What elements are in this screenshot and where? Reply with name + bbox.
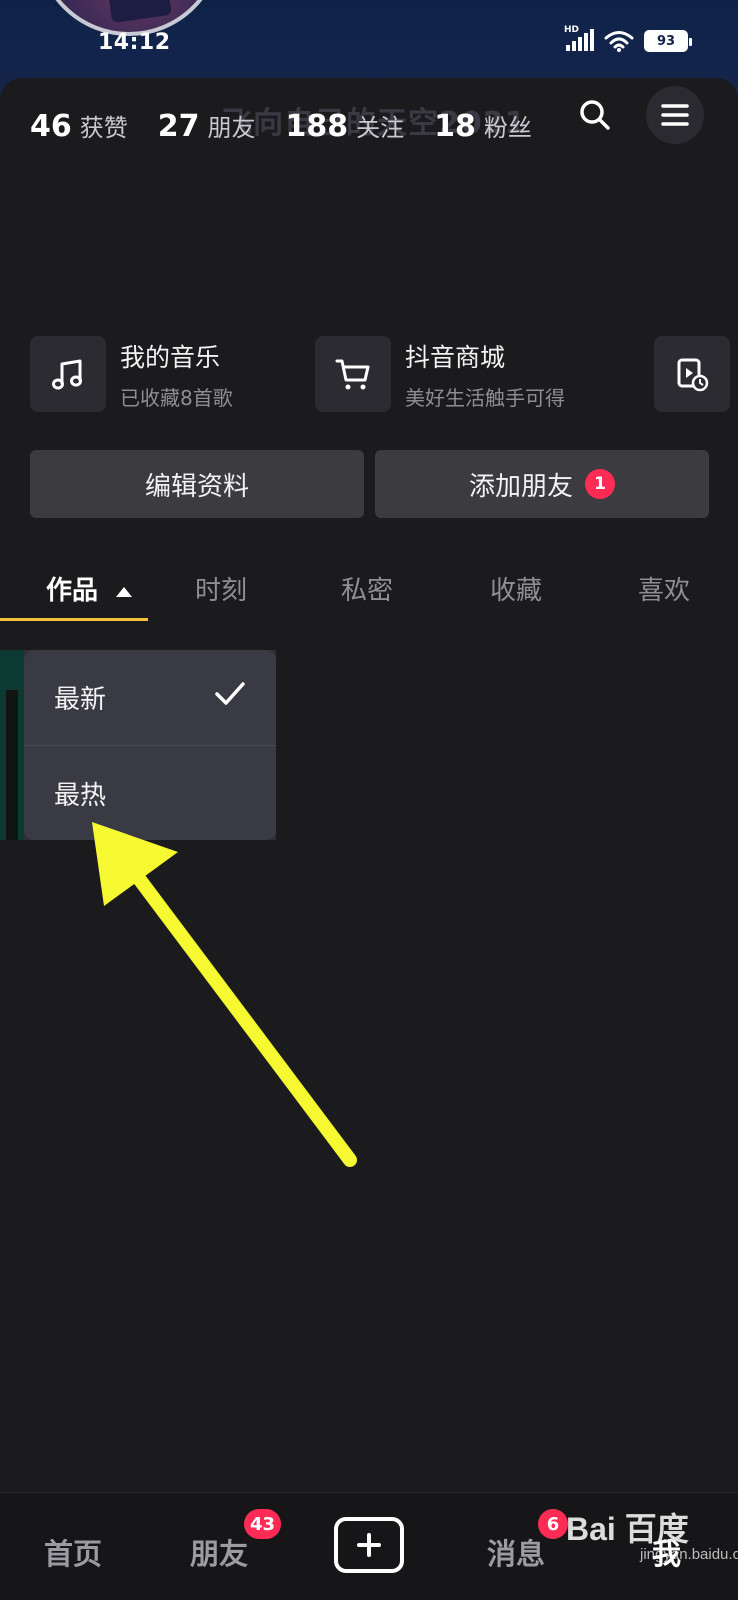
- edit-profile-label: 编辑资料: [144, 471, 249, 502]
- feature-subtitle: 已收藏8首歌: [120, 385, 233, 410]
- add-friend-button[interactable]: 添加朋友 1: [375, 450, 709, 518]
- music-note-icon: [52, 359, 82, 390]
- feature-subtitle: 美好生活触手可得: [405, 385, 565, 410]
- tab-private[interactable]: 私密: [341, 570, 393, 607]
- video-history-icon-box: [654, 336, 730, 412]
- checkmark-icon: [215, 682, 245, 705]
- feature-title: 我的音乐: [120, 342, 221, 372]
- network-type: HD: [564, 25, 580, 35]
- stat-friends[interactable]: 27 朋友: [158, 108, 256, 144]
- status-indicators: HD 93: [564, 25, 692, 52]
- my-music-card[interactable]: 我的音乐 已收藏8首歌: [30, 336, 233, 412]
- stat-label: 获赞: [79, 114, 128, 142]
- status-time: 14:12: [98, 30, 171, 55]
- baidu-watermark-url: jingyan.baidu.com: [640, 1546, 738, 1563]
- signal-icon: HD: [564, 25, 594, 51]
- sort-option-newest[interactable]: 最新: [24, 650, 276, 745]
- baidu-watermark: Bai 百度: [566, 1511, 689, 1547]
- watch-history-card[interactable]: [654, 336, 730, 412]
- hamburger-menu-icon: [661, 104, 689, 126]
- friends-badge: 43: [244, 1509, 282, 1539]
- stat-number: 46: [30, 109, 72, 144]
- nav-messages[interactable]: 消息: [487, 1531, 545, 1573]
- stat-label: 关注: [356, 114, 405, 142]
- nav-home[interactable]: 首页: [44, 1531, 102, 1573]
- sort-option-label: 最新: [54, 685, 107, 715]
- stat-label: 粉丝: [483, 114, 532, 142]
- add-friend-label: 添加朋友: [468, 471, 573, 502]
- edit-profile-button[interactable]: 编辑资料: [30, 450, 364, 518]
- stat-number: 188: [285, 109, 349, 144]
- plus-icon: [357, 1533, 381, 1557]
- add-friend-badge: 1: [585, 469, 615, 499]
- profile-stats: 46 获赞 27 朋友 188 关注 18 粉丝: [30, 108, 562, 144]
- stat-following[interactable]: 188 关注: [286, 108, 405, 144]
- menu-button[interactable]: [646, 86, 704, 144]
- cart-icon: [335, 359, 370, 390]
- tab-works[interactable]: 作品: [46, 570, 133, 607]
- create-post-button[interactable]: [334, 1517, 404, 1573]
- thumbnail-edge-dark: [6, 690, 18, 840]
- tab-moments[interactable]: 时刻: [195, 570, 247, 607]
- tab-label: 作品: [46, 576, 99, 606]
- nav-friends[interactable]: 朋友: [190, 1531, 248, 1573]
- active-tab-indicator: [0, 618, 148, 621]
- avatar-image-detail: [108, 0, 172, 24]
- wifi-icon: [604, 31, 634, 52]
- stat-number: 27: [157, 109, 200, 144]
- tab-favorites[interactable]: 收藏: [490, 570, 542, 607]
- tab-likes[interactable]: 喜欢: [638, 570, 690, 607]
- music-icon-box: [30, 336, 106, 412]
- caret-up-icon: [116, 586, 133, 597]
- stat-label: 朋友: [207, 114, 256, 142]
- search-icon: [580, 100, 610, 130]
- sort-option-hottest[interactable]: 最热: [24, 745, 276, 840]
- stat-followers[interactable]: 18 粉丝: [434, 108, 532, 144]
- feature-title: 抖音商城: [405, 342, 506, 372]
- messages-badge: 6: [538, 1509, 568, 1539]
- stat-likes[interactable]: 46 获赞: [30, 108, 128, 144]
- douyin-mall-card[interactable]: 抖音商城 美好生活触手可得: [315, 336, 565, 412]
- cart-icon-box: [315, 336, 391, 412]
- sort-dropdown: 最新 最热: [24, 650, 276, 840]
- sort-option-label: 最热: [54, 780, 107, 811]
- stat-number: 18: [434, 109, 476, 144]
- video-history-icon: [677, 358, 709, 392]
- battery-indicator: 93: [644, 30, 692, 52]
- search-button[interactable]: [566, 86, 624, 144]
